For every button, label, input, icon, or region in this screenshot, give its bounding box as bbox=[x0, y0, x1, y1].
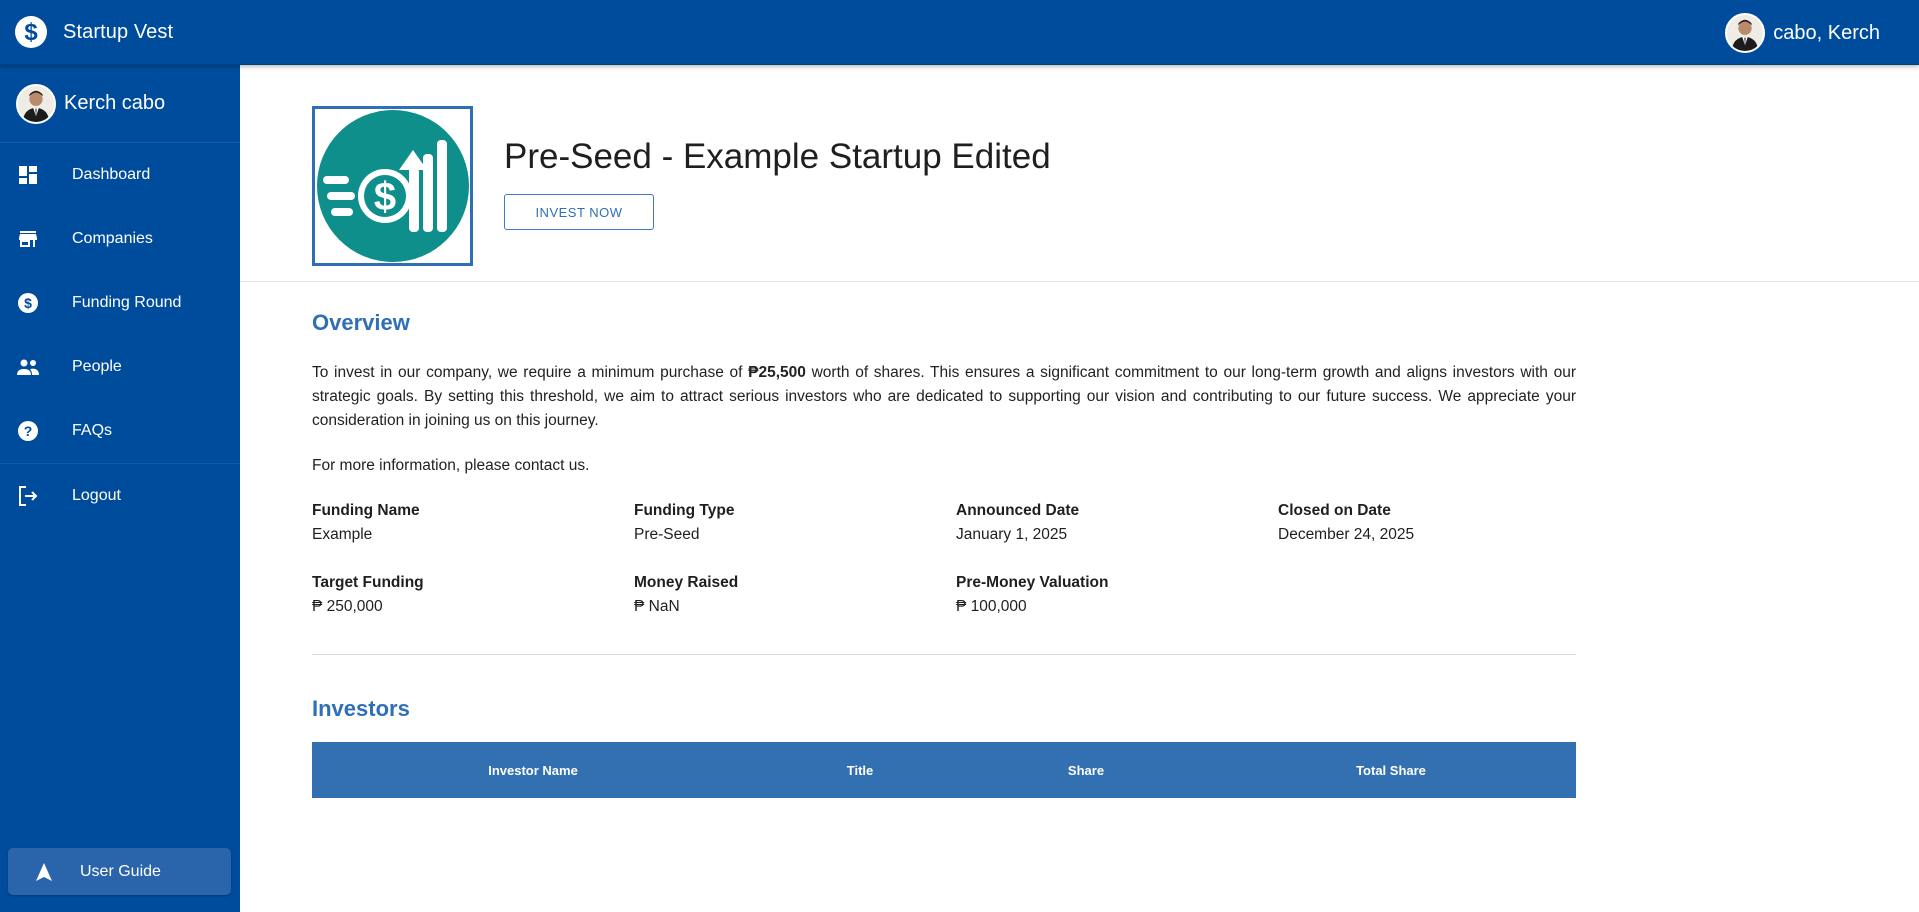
people-icon bbox=[16, 355, 40, 379]
field-label: Target Funding bbox=[312, 574, 424, 591]
brand[interactable]: $ Startup Vest bbox=[0, 0, 173, 64]
sidebar: Kerch cabo Dashboard Companies $ Funding… bbox=[0, 65, 240, 912]
svg-text:?: ? bbox=[24, 423, 33, 439]
sidebar-item-dashboard[interactable]: Dashboard bbox=[0, 143, 240, 207]
field-closed-date: Closed on Date December 24, 2025 bbox=[1278, 499, 1576, 547]
page-title: Pre-Seed - Example Startup Edited bbox=[504, 137, 1051, 176]
field-label: Funding Type bbox=[634, 502, 735, 519]
startup-vest-logo-icon: $ bbox=[14, 15, 48, 49]
main-content: $ Pre-Seed - Example Startup Edited INVE… bbox=[240, 65, 1919, 912]
field-pre-money-valuation: Pre-Money Valuation ₱ 100,000 bbox=[956, 571, 1278, 619]
sidebar-item-label: Companies bbox=[72, 230, 153, 247]
logout-icon bbox=[16, 484, 40, 508]
sidebar-item-label: People bbox=[72, 358, 122, 375]
field-value: ₱ NaN bbox=[634, 598, 680, 615]
field-value: ₱ 100,000 bbox=[956, 598, 1027, 615]
column-header-total-share[interactable]: Total Share bbox=[1206, 763, 1576, 778]
field-label: Closed on Date bbox=[1278, 502, 1391, 519]
overview-text-start: To invest in our company, we require a m… bbox=[312, 364, 749, 381]
user-guide-button[interactable]: User Guide bbox=[8, 848, 231, 895]
sidebar-item-funding-round[interactable]: $ Funding Round bbox=[0, 271, 240, 335]
field-label: Pre-Money Valuation bbox=[956, 574, 1109, 591]
sidebar-profile[interactable]: Kerch cabo bbox=[0, 65, 240, 143]
svg-text:$: $ bbox=[24, 19, 38, 46]
sidebar-item-logout[interactable]: Logout bbox=[0, 463, 240, 527]
field-funding-name: Funding Name Example bbox=[312, 499, 634, 547]
funding-details: Overview To invest in our company, we re… bbox=[312, 310, 1576, 798]
sidebar-item-label: Funding Round bbox=[72, 294, 182, 311]
dashboard-icon bbox=[16, 163, 40, 187]
avatar[interactable] bbox=[1725, 13, 1766, 53]
navigation-arrow-icon bbox=[32, 860, 56, 884]
avatar bbox=[16, 83, 56, 124]
company-logo: $ bbox=[312, 106, 473, 266]
field-value: Example bbox=[312, 526, 373, 543]
store-icon bbox=[16, 227, 40, 251]
field-funding-type: Funding Type Pre-Seed bbox=[634, 499, 956, 547]
field-money-raised: Money Raised ₱ NaN bbox=[634, 571, 956, 619]
sidebar-item-label: FAQs bbox=[72, 422, 113, 439]
field-value: ₱ 250,000 bbox=[312, 598, 383, 615]
help-circle-icon: ? bbox=[16, 419, 40, 443]
company-logo-icon: $ bbox=[316, 110, 469, 262]
column-header-investor-name[interactable]: Investor Name bbox=[312, 763, 754, 778]
column-header-title[interactable]: Title bbox=[754, 763, 966, 778]
field-label: Money Raised bbox=[634, 574, 739, 591]
investors-table-header: Investor Name Title Share Total Share bbox=[312, 742, 1576, 798]
user-guide-label: User Guide bbox=[80, 862, 161, 880]
minimum-amount: ₱25,500 bbox=[748, 364, 806, 381]
field-value: December 24, 2025 bbox=[1278, 526, 1415, 543]
section-divider bbox=[312, 654, 1576, 655]
sidebar-item-label: Logout bbox=[72, 486, 121, 504]
field-label: Announced Date bbox=[956, 502, 1080, 519]
field-value: Pre-Seed bbox=[634, 526, 700, 543]
field-announced-date: Announced Date January 1, 2025 bbox=[956, 499, 1278, 547]
app-name: Startup Vest bbox=[63, 20, 174, 43]
user-name: cabo, Kerch bbox=[1773, 21, 1880, 44]
contact-text: For more information, please contact us. bbox=[312, 457, 590, 474]
sidebar-item-faqs[interactable]: ? FAQs bbox=[0, 399, 240, 463]
sidebar-item-people[interactable]: People bbox=[0, 335, 240, 399]
sidebar-profile-name: Kerch cabo bbox=[64, 92, 166, 114]
funding-round-header: $ Pre-Seed - Example Startup Edited INVE… bbox=[240, 65, 1919, 282]
field-value: January 1, 2025 bbox=[956, 526, 1068, 543]
svg-text:$: $ bbox=[373, 175, 395, 219]
dollar-circle-icon: $ bbox=[16, 291, 40, 315]
sidebar-item-label: Dashboard bbox=[72, 166, 151, 183]
funding-fields: Funding Name Example Funding Type Pre-Se… bbox=[312, 499, 1576, 619]
invest-now-button[interactable]: INVEST NOW bbox=[504, 194, 654, 230]
top-app-bar: $ Startup Vest cabo, Kerch bbox=[0, 0, 1919, 65]
overview-text: To invest in our company, we require a m… bbox=[312, 361, 1576, 433]
account-menu[interactable]: cabo, Kerch bbox=[1725, 13, 1880, 53]
overview-title: Overview bbox=[312, 310, 410, 335]
investors-title: Investors bbox=[312, 696, 410, 721]
sidebar-item-companies[interactable]: Companies bbox=[0, 207, 240, 271]
field-label: Funding Name bbox=[312, 502, 420, 519]
field-target-funding: Target Funding ₱ 250,000 bbox=[312, 571, 634, 619]
svg-text:$: $ bbox=[24, 295, 32, 311]
column-header-share[interactable]: Share bbox=[966, 763, 1206, 778]
